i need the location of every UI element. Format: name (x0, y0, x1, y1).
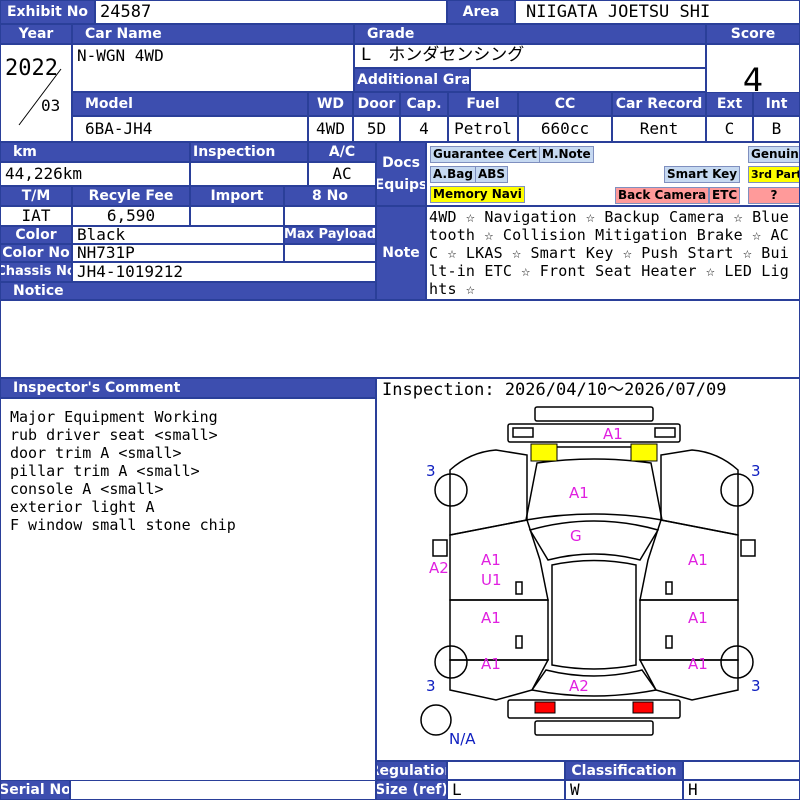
size-h-label: H (688, 780, 698, 799)
rear-hatch-mark: A2 (569, 677, 589, 695)
spare-tire-mark: N/A (449, 730, 476, 748)
size-w-label: W (570, 780, 580, 799)
tire-rr-mark: 3 (751, 677, 761, 695)
car-diagram (420, 406, 756, 736)
tire-rl-mark: 3 (426, 677, 436, 695)
size-h-cell: H (683, 780, 800, 800)
left-front-door-mark: A1 (481, 551, 501, 569)
serial-no-value (70, 780, 376, 800)
size-l-cell: L (447, 780, 565, 800)
hood-mark: A1 (569, 484, 589, 502)
size-w-cell: W (565, 780, 683, 800)
windshield-mark: G (570, 527, 582, 545)
size-l-label: L (452, 780, 462, 799)
right-rear-fender-mark: A1 (688, 655, 708, 673)
left-rear-fender-mark: A1 (481, 655, 501, 673)
tire-fr-mark: 3 (751, 462, 761, 480)
right-front-door-mark: A1 (688, 551, 708, 569)
classification-value (683, 761, 800, 780)
regulation-value (447, 761, 565, 780)
front-bumper-mark: A1 (603, 425, 623, 443)
left-front-door-mark-2: U1 (481, 571, 502, 589)
serial-no-label: Serial No (0, 780, 70, 800)
classification-label: Classification (565, 761, 683, 780)
left-side-mark: A2 (429, 559, 449, 577)
tire-fl-mark: 3 (426, 462, 436, 480)
left-rear-door-mark: A1 (481, 609, 501, 627)
right-rear-door-mark: A1 (688, 609, 708, 627)
size-ref-label: Size (ref) (376, 780, 447, 800)
regulation-label: Regulation (376, 761, 447, 780)
